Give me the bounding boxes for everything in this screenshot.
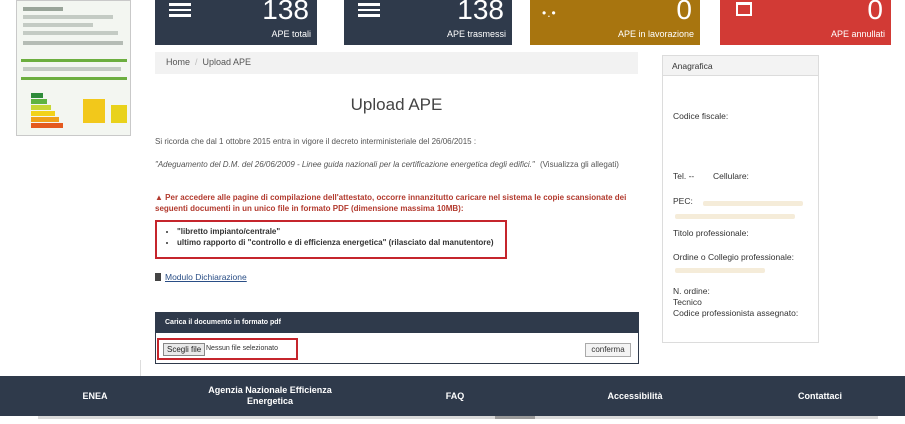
cellulare-label: Cellulare: (713, 171, 749, 181)
stat-label: APE totali (271, 29, 311, 39)
scrollbar-thumb[interactable] (495, 416, 535, 419)
file-icon (155, 273, 161, 281)
footer: ENEA Agenzia Nazionale Efficienza Energe… (0, 376, 905, 416)
spinner-icon: •.• (542, 6, 557, 20)
codice-fiscale-label: Codice fiscale: (673, 111, 729, 121)
stat-value: 0 (867, 0, 883, 25)
breadcrumb-current: Upload APE (202, 57, 252, 67)
modulo-dichiarazione-link[interactable]: Modulo Dichiarazione (155, 272, 247, 282)
upload-warning: ▲ Per accedere alle pagine di compilazio… (155, 192, 645, 214)
stat-card-ape-totali[interactable]: 138 APE totali (155, 0, 317, 45)
stat-card-ape-trasmessi[interactable]: 138 APE trasmessi (344, 0, 512, 45)
tecnico-label: Tecnico (673, 297, 702, 307)
page: 138 APE totali 138 APE trasmessi •.• 0 A… (0, 0, 905, 424)
scrollbar-track[interactable] (38, 416, 878, 419)
file-input[interactable]: Scegli file Nessun file selezionato (157, 338, 298, 360)
page-title: Upload APE (350, 95, 443, 114)
attachments-link[interactable]: (Visualizza gli allegati) (540, 160, 619, 169)
titolo-professionale-label: Titolo professionale: (673, 228, 749, 238)
divider (140, 360, 141, 376)
upload-panel-header: Carica il documento in formato pdf (156, 313, 638, 333)
footer-link-enea[interactable]: ENEA (40, 376, 150, 416)
list-icon (358, 3, 380, 17)
choose-file-button[interactable]: Scegli file (163, 343, 206, 356)
redacted-value (675, 268, 765, 273)
anagrafica-panel: Anagrafica Codice fiscale: Tel. -- Cellu… (662, 55, 819, 343)
codice-professionista-label: Codice professionista assegnato: (673, 308, 799, 318)
list-icon (169, 3, 191, 17)
horizontal-scrollbar[interactable] (0, 416, 905, 424)
redacted-pec (703, 201, 803, 206)
breadcrumb: Home / Upload APE (155, 52, 638, 74)
ordine-collegio-label: Ordine o Collegio professionale: (673, 252, 794, 262)
redacted-value (675, 214, 795, 219)
modulo-label: Modulo Dichiarazione (165, 272, 247, 282)
anagrafica-title: Anagrafica (663, 56, 818, 76)
trash-icon (736, 2, 752, 16)
list-item: ultimo rapporto di "controllo e di effic… (177, 237, 505, 248)
list-item: "libretto impianto/centrale" (177, 226, 505, 237)
stat-value: 0 (676, 0, 692, 25)
stat-label: APE trasmessi (446, 29, 506, 39)
warning-icon: ▲ (155, 193, 163, 202)
breadcrumb-home-link[interactable]: Home (166, 57, 190, 67)
required-documents-list: "libretto impianto/centrale" ultimo rapp… (157, 222, 505, 248)
stat-card-ape-in-lavorazione[interactable]: •.• 0 APE in lavorazione (530, 0, 700, 45)
upload-panel: Carica il documento in formato pdf Scegl… (155, 312, 639, 364)
stat-card-ape-annullati[interactable]: 0 APE annullati (720, 0, 891, 45)
footer-link-agenzia[interactable]: Agenzia Nazionale Efficienza Energetica (200, 376, 340, 416)
decree-quote-text: "Adeguamento del D.M. del 26/06/2009 - L… (155, 160, 535, 169)
stat-label: APE in lavorazione (617, 29, 694, 39)
n-ordine-label: N. ordine: (673, 286, 710, 296)
stat-value: 138 (457, 0, 504, 25)
decree-quote: "Adeguamento del D.M. del 26/06/2009 - L… (155, 160, 619, 169)
required-documents-box: "libretto impianto/centrale" ultimo rapp… (155, 220, 507, 259)
footer-link-accessibilita[interactable]: Accessibilità (580, 376, 690, 416)
stat-value: 138 (262, 0, 309, 25)
footer-link-contattaci[interactable]: Contattaci (770, 376, 870, 416)
certificate-preview-thumbnail[interactable] (16, 0, 131, 136)
confirm-button[interactable]: conferma (585, 343, 631, 357)
breadcrumb-separator: / (195, 57, 198, 67)
warning-text: Per accedere alle pagine di compilazione… (155, 193, 627, 213)
stat-label: APE annullati (830, 29, 885, 39)
tel-label: Tel. -- (673, 171, 695, 181)
no-file-text: Nessun file selezionato (206, 345, 278, 352)
decree-notice: Si ricorda che dal 1 ottobre 2015 entra … (155, 137, 477, 146)
pec-label: PEC: (673, 196, 693, 206)
footer-link-faq[interactable]: FAQ (410, 376, 500, 416)
